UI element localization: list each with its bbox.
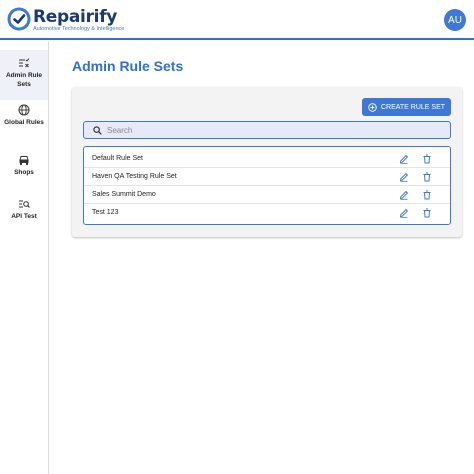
app-header: Repairify Automotive Technology & Intell… [0,0,474,40]
rule-set-name: Default Rule Set [92,155,143,162]
search-input[interactable] [107,122,442,138]
list-item[interactable]: Sales Summit Demo [84,186,450,204]
add-circle-icon [368,102,377,112]
sidebar-item-label: Global Rules [4,119,44,126]
rule-set-list: Default Rule Set Haven QA Testing Rule S… [83,146,451,225]
rule-set-name: Test 123 [92,209,119,216]
sidebar-item-label: Admin Rule Sets [5,72,43,88]
list-item[interactable]: Haven QA Testing Rule Set [84,168,450,186]
sidebar: Admin Rule Sets Global Rules Shops API T… [0,42,49,474]
search-icon [93,126,102,135]
sidebar-item-label: API Test [11,213,37,220]
repairify-logo-icon[interactable] [7,7,31,31]
list-search-icon [19,200,30,208]
create-rule-set-label: CREATE RULE SET [380,103,446,111]
delete-icon[interactable] [422,154,432,164]
sidebar-item-label: Shops [14,169,34,176]
rule-set-name: Sales Summit Demo [92,191,156,198]
edit-icon[interactable] [399,172,409,182]
sidebar-item-admin-rule-sets[interactable]: Admin Rule Sets [0,50,48,100]
delete-icon[interactable] [422,208,432,218]
edit-icon[interactable] [399,208,409,218]
list-item[interactable]: Default Rule Set [84,150,450,168]
page-title: Admin Rule Sets [72,58,184,74]
car-icon [19,156,29,165]
rule-sets-card: CREATE RULE SET Default Rule Set Haven Q… [72,87,462,237]
delete-icon[interactable] [422,190,432,200]
brand-tagline: Automotive Technology & Intelligence [33,26,125,32]
sidebar-item-global-rules[interactable]: Global Rules [0,100,48,146]
search-box [83,121,451,139]
edit-icon[interactable] [399,190,409,200]
sidebar-item-api-test[interactable]: API Test [0,194,48,234]
delete-icon[interactable] [422,172,432,182]
globe-icon [18,104,30,116]
list-item[interactable]: Test 123 [84,204,450,222]
tune-check-icon [19,58,30,68]
user-avatar[interactable]: AU [444,9,466,31]
edit-icon[interactable] [399,154,409,164]
rule-set-name: Haven QA Testing Rule Set [92,173,177,180]
sidebar-item-shops[interactable]: Shops [0,150,48,190]
create-rule-set-button[interactable]: CREATE RULE SET [362,98,451,116]
brand-name[interactable]: Repairify [33,7,117,27]
